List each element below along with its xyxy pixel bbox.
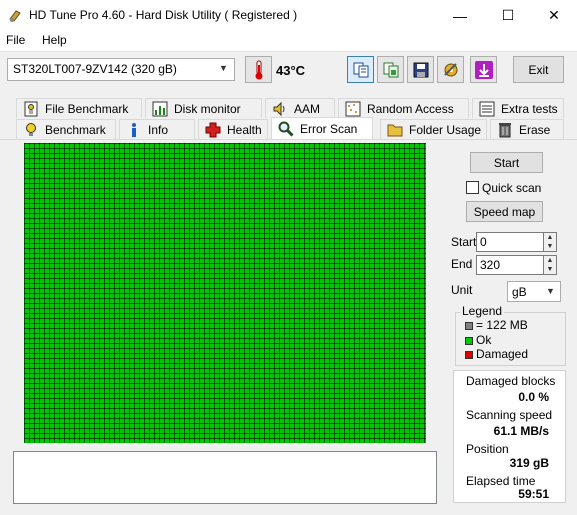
- tab-error-scan[interactable]: Error Scan: [271, 117, 373, 139]
- tab-label: Info: [148, 122, 169, 137]
- end-input[interactable]: 320: [476, 255, 544, 275]
- menu-file[interactable]: File: [6, 33, 25, 47]
- quick-scan-label[interactable]: Quick scan: [482, 181, 541, 195]
- random-access-icon: [345, 101, 361, 117]
- copy-text-icon[interactable]: [347, 56, 374, 83]
- health-cross-icon: [205, 122, 221, 138]
- extra-tests-icon: [479, 101, 495, 117]
- tab-erase[interactable]: Erase: [490, 119, 564, 139]
- legend-block-swatch: [465, 322, 473, 330]
- legend-block-size: = 122 MB: [476, 318, 528, 332]
- exit-button[interactable]: Exit: [513, 56, 564, 83]
- chevron-down-icon[interactable]: ▼: [219, 63, 229, 73]
- magnifier-icon: [278, 121, 294, 137]
- tab-label: Erase: [519, 122, 551, 137]
- tab-benchmark[interactable]: Benchmark: [16, 119, 116, 139]
- exit-arrow-icon[interactable]: [470, 56, 497, 83]
- copy-screenshot-icon[interactable]: [377, 56, 404, 83]
- tab-label: Benchmark: [45, 122, 106, 137]
- tab-label: Disk monitor: [174, 101, 241, 116]
- options-icon[interactable]: [437, 56, 464, 83]
- tab-file-benchmark[interactable]: File Benchmark: [16, 98, 142, 118]
- file-benchmark-icon: [23, 101, 39, 117]
- legend-damaged-swatch: [465, 351, 473, 359]
- folder-icon: [387, 122, 403, 138]
- scan-grid: [24, 143, 426, 443]
- info-icon: [126, 122, 142, 138]
- tab-label: Error Scan: [300, 121, 358, 136]
- drive-select[interactable]: ST320LT007-9ZV142 (320 gB): [7, 58, 235, 81]
- tab-disk-monitor[interactable]: Disk monitor: [145, 98, 262, 118]
- tab-info[interactable]: Info: [119, 119, 195, 139]
- menu-bar: [0, 31, 577, 51]
- position-label: Position: [466, 442, 509, 456]
- unit-label: Unit: [451, 283, 473, 297]
- scan-block-map: [24, 143, 426, 443]
- tab-aam[interactable]: AAM: [265, 98, 335, 118]
- tab-label: Health: [227, 122, 262, 137]
- trash-icon: [497, 122, 513, 138]
- damaged-blocks-label: Damaged blocks: [466, 374, 556, 388]
- elapsed-time-value: 59:51: [518, 487, 549, 501]
- disk-monitor-icon: [152, 101, 168, 117]
- scan-log-box[interactable]: [13, 451, 437, 504]
- end-spinner[interactable]: ▲ ▼: [543, 255, 557, 275]
- tab-extra-tests[interactable]: Extra tests: [472, 98, 564, 118]
- hdtune-app-icon: [8, 9, 22, 23]
- start-label: Start: [451, 235, 477, 249]
- legend-ok-swatch: [465, 337, 473, 345]
- menu-help[interactable]: Help: [42, 33, 67, 47]
- start-spinner[interactable]: ▲ ▼: [543, 232, 557, 252]
- spin-up-icon[interactable]: ▲: [547, 257, 554, 264]
- quick-scan-checkbox[interactable]: [466, 181, 479, 194]
- tab-label: Folder Usage: [409, 122, 482, 137]
- thermometer-icon[interactable]: [245, 56, 272, 83]
- elapsed-time-label: Elapsed time: [466, 474, 536, 488]
- tab-label: Random Access: [367, 101, 454, 116]
- tab-label: AAM: [294, 101, 321, 116]
- tab-label: File Benchmark: [45, 101, 129, 116]
- damaged-blocks-value: 0.0 %: [518, 390, 549, 404]
- lightbulb-icon: [23, 122, 39, 138]
- minimize-button[interactable]: —: [437, 0, 483, 31]
- tab-folder-usage[interactable]: Folder Usage: [380, 119, 487, 139]
- spin-down-icon[interactable]: ▼: [547, 266, 554, 273]
- start-input[interactable]: 0: [476, 232, 544, 252]
- speed-map-button[interactable]: Speed map: [466, 201, 543, 222]
- chevron-down-icon[interactable]: ▼: [546, 286, 555, 296]
- close-button[interactable]: ✕: [531, 0, 577, 31]
- end-label: End: [451, 257, 473, 271]
- temperature-readout: 43°C: [276, 63, 306, 78]
- spin-down-icon[interactable]: ▼: [547, 243, 554, 250]
- maximize-button[interactable]: ☐: [485, 0, 531, 31]
- tab-random-access[interactable]: Random Access: [338, 98, 469, 118]
- scanning-speed-value: 61.1 MB/s: [493, 424, 549, 438]
- position-value: 319 gB: [509, 456, 549, 470]
- speaker-icon: [272, 101, 288, 117]
- scanning-speed-label: Scanning speed: [466, 408, 553, 422]
- tab-health[interactable]: Health: [198, 119, 268, 139]
- start-scan-button[interactable]: Start: [470, 152, 543, 173]
- legend-title: Legend: [460, 304, 505, 318]
- tab-label: Extra tests: [501, 101, 558, 116]
- legend-damaged: Damaged: [476, 347, 529, 361]
- save-icon[interactable]: [407, 56, 434, 83]
- spin-up-icon[interactable]: ▲: [547, 234, 554, 241]
- legend-ok: Ok: [476, 333, 492, 347]
- window-title: HD Tune Pro 4.60 - Hard Disk Utility ( R…: [29, 8, 298, 22]
